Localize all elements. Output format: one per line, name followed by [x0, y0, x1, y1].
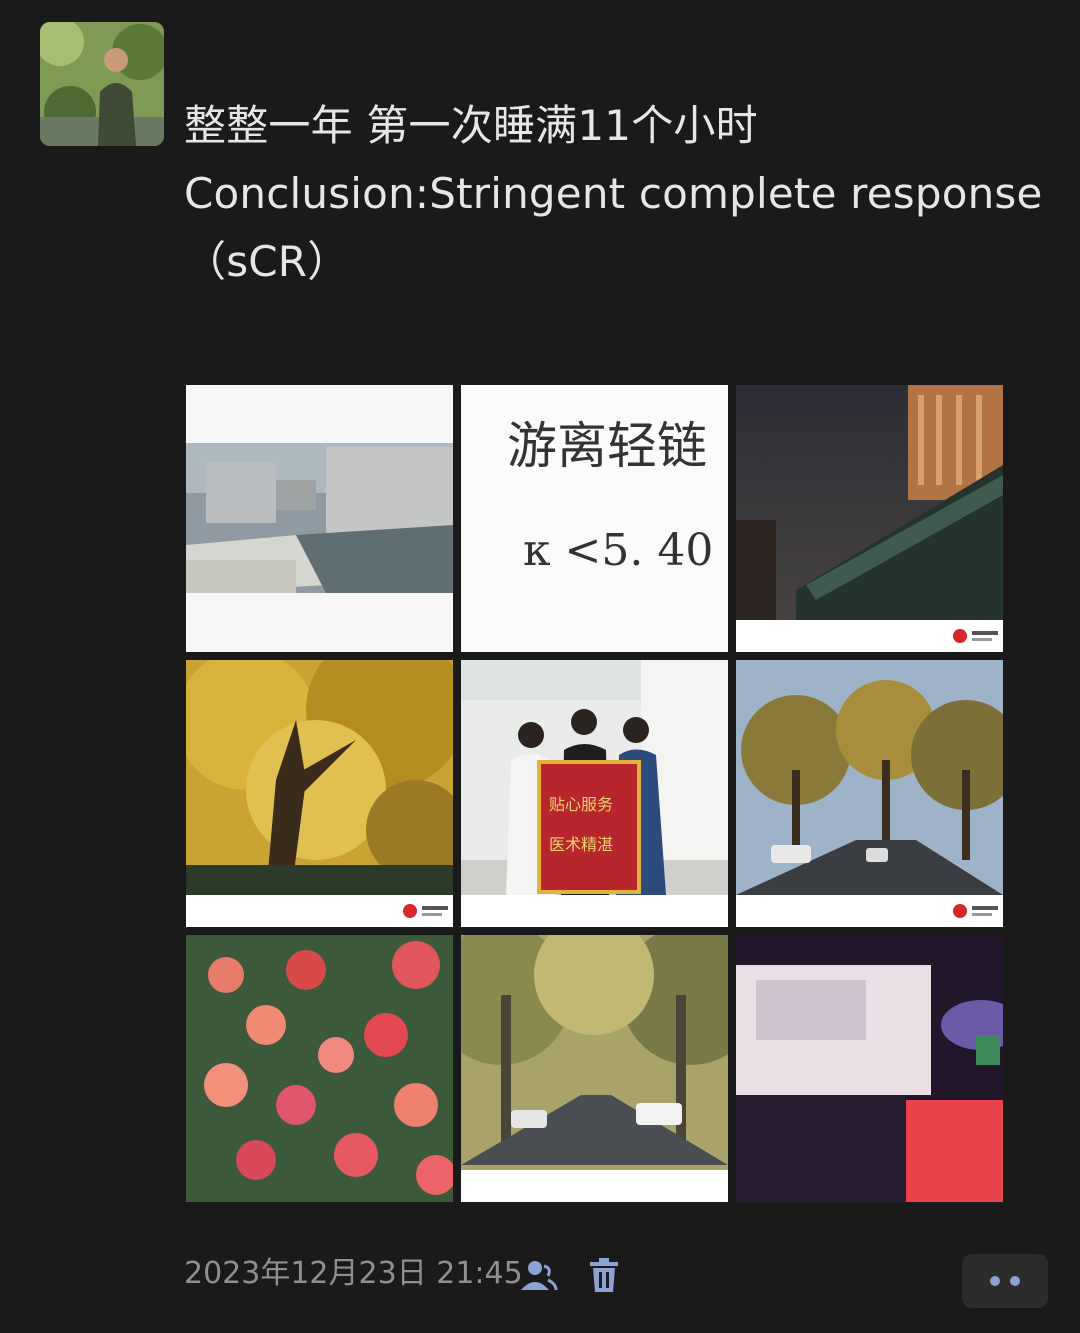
- photo-banner-group[interactable]: 贴心服务 医术精湛: [461, 660, 728, 927]
- lab-title: 游离轻链: [507, 417, 707, 475]
- post-timestamp: 2023年12月23日 21:45: [184, 1256, 523, 1291]
- photo-blurred-object[interactable]: [736, 935, 1003, 1202]
- photo-ginkgo-tree[interactable]: [186, 660, 453, 927]
- person-icon[interactable]: [518, 1256, 558, 1296]
- banner-right-text: 医术精湛: [549, 835, 613, 854]
- post-text-line: （sCR）: [184, 237, 350, 286]
- lab-value: κ <5. 40: [523, 525, 713, 576]
- more-dots-icon: [1010, 1276, 1020, 1286]
- photo-lab-result[interactable]: 游离轻链 κ <5. 40: [461, 385, 728, 652]
- banner-left-text: 贴心服务: [549, 795, 613, 814]
- photo-grid: 游离轻链 κ <5. 40 贴心服务 医术精湛: [186, 385, 1003, 1202]
- avatar[interactable]: [40, 22, 164, 146]
- post-text-line: Conclusion:Stringent complete response: [184, 169, 1043, 218]
- post-text: 整整一年 第一次睡满11个小时 Conclusion:Stringent com…: [184, 92, 1054, 296]
- photo-river-buildings[interactable]: [186, 385, 453, 652]
- avatar-image: [40, 22, 164, 146]
- photo-roses[interactable]: [186, 935, 453, 1202]
- more-dots-icon: [990, 1276, 1000, 1286]
- photo-night-building[interactable]: [736, 385, 1003, 652]
- more-button[interactable]: [962, 1254, 1048, 1308]
- photo-tree-avenue[interactable]: [461, 935, 728, 1202]
- photo-street-trees[interactable]: [736, 660, 1003, 927]
- trash-icon[interactable]: [584, 1256, 624, 1296]
- post-text-line: 整整一年 第一次睡满11个小时: [184, 101, 758, 150]
